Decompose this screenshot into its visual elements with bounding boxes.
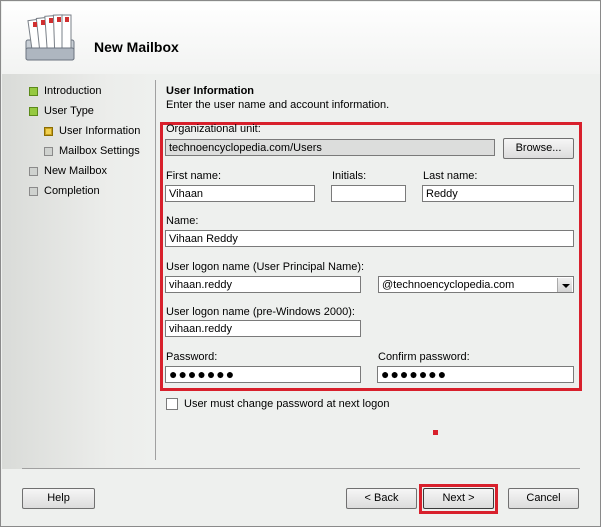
step-user-information: User Information <box>44 125 140 137</box>
confirm-password-label: Confirm password: <box>378 351 470 363</box>
wizard-title: New Mailbox <box>94 39 179 55</box>
panel-divider <box>155 80 156 460</box>
help-button[interactable]: Help <box>22 488 95 509</box>
initials-label: Initials: <box>332 170 367 182</box>
step-done-icon <box>29 86 38 96</box>
step-label: Introduction <box>44 85 102 97</box>
initials-field[interactable] <box>331 185 406 202</box>
red-marker <box>433 430 438 435</box>
upn-label: User logon name (User Principal Name): <box>166 261 365 273</box>
step-mailbox-settings: Mailbox Settings <box>44 145 140 157</box>
step-user-type: User Type <box>29 105 94 117</box>
wizard-header: New Mailbox <box>2 2 600 74</box>
upn-domain-value: @technoencyclopedia.com <box>382 279 515 291</box>
footer-divider <box>22 468 580 469</box>
step-new-mailbox: New Mailbox <box>29 165 107 177</box>
password-field[interactable]: ●●●●●●● <box>165 366 361 383</box>
step-current-icon <box>44 126 53 136</box>
must-change-password-label[interactable]: User must change password at next logon <box>184 398 389 410</box>
must-change-password-checkbox[interactable] <box>166 398 178 410</box>
upn-field[interactable]: vihaan.reddy <box>165 276 361 293</box>
step-label: User Type <box>44 105 94 117</box>
name-label: Name: <box>166 215 199 227</box>
back-button[interactable]: < Back <box>346 488 417 509</box>
prewin-label: User logon name (pre-Windows 2000): <box>166 306 355 318</box>
step-pending-icon <box>29 166 38 176</box>
section-title: User Information <box>166 85 255 97</box>
highlight-box <box>160 122 582 391</box>
browse-button[interactable]: Browse... <box>503 138 574 159</box>
section-description: Enter the user name and account informat… <box>166 99 390 111</box>
cancel-button[interactable]: Cancel <box>508 488 579 509</box>
step-label: New Mailbox <box>44 165 107 177</box>
confirm-password-field[interactable]: ●●●●●●● <box>377 366 574 383</box>
step-introduction: Introduction <box>29 85 101 97</box>
first-name-label: First name: <box>166 170 222 182</box>
step-pending-icon <box>29 186 38 196</box>
step-label: Mailbox Settings <box>59 145 140 157</box>
first-name-field[interactable]: Vihaan <box>165 185 315 202</box>
step-completion: Completion <box>29 185 100 197</box>
ou-field: technoencyclopedia.com/Users <box>165 139 495 156</box>
mailbox-icon <box>25 14 75 61</box>
upn-domain-select[interactable]: @technoencyclopedia.com <box>378 276 574 293</box>
last-name-label: Last name: <box>423 170 478 182</box>
last-name-field[interactable]: Reddy <box>422 185 574 202</box>
step-pending-icon <box>44 146 53 156</box>
prewin-field[interactable]: vihaan.reddy <box>165 320 361 337</box>
name-field[interactable]: Vihaan Reddy <box>165 230 574 247</box>
next-button[interactable]: Next > <box>423 488 494 509</box>
ou-label: Organizational unit: <box>166 123 261 135</box>
step-label: Completion <box>44 185 100 197</box>
step-done-icon <box>29 106 38 116</box>
step-label: User Information <box>59 125 141 137</box>
chevron-down-icon[interactable] <box>557 278 572 292</box>
password-label: Password: <box>166 351 218 363</box>
